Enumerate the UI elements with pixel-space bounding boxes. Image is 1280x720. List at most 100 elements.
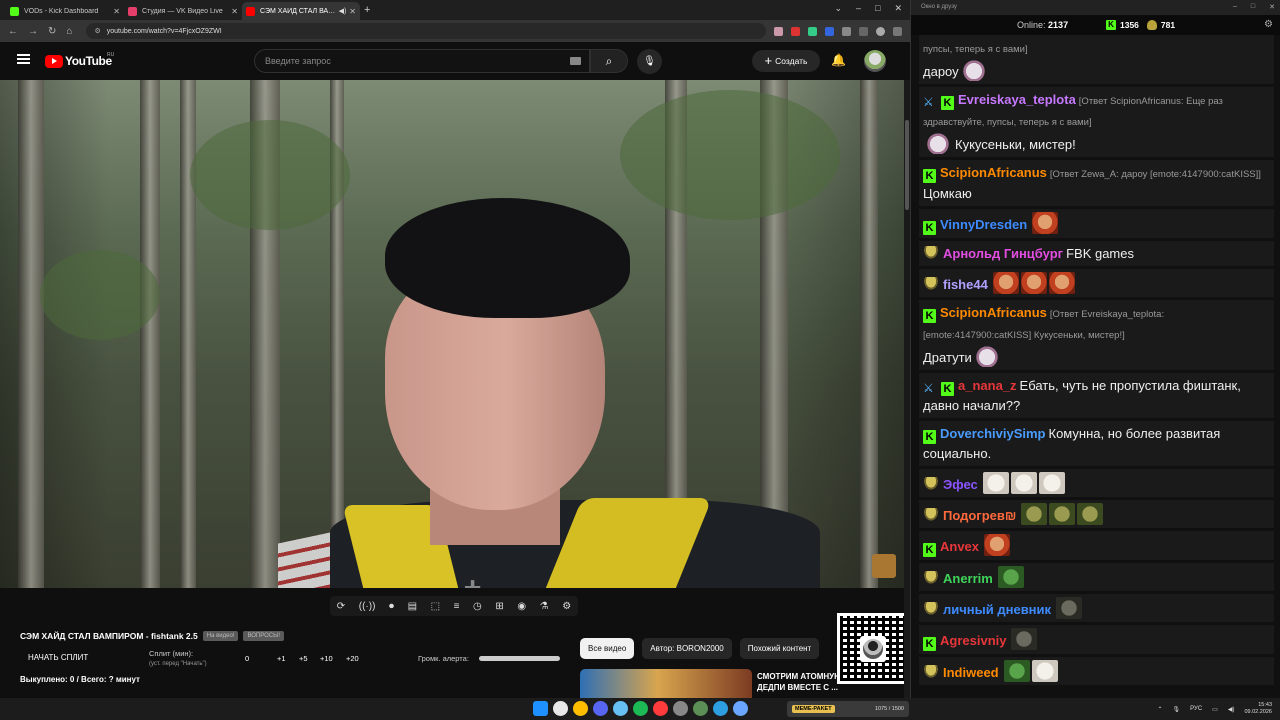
repeat-icon[interactable]: ⟳ — [337, 601, 345, 612]
chat-username[interactable]: Подогрев₪ — [943, 508, 1016, 523]
taskbar-app-icon[interactable] — [633, 701, 648, 716]
tray-chevron-icon[interactable]: ⌃ — [1158, 706, 1163, 713]
url-field[interactable]: ⚙ youtube.com/watch?v=4FjcxOZ9ZWI — [86, 23, 766, 39]
puzzle-icon[interactable] — [842, 26, 851, 36]
questions-chip[interactable]: ВОПРОСЫ! — [243, 631, 285, 641]
extension-icon[interactable] — [791, 26, 800, 36]
voice-search-button[interactable]: 🎙 — [637, 49, 662, 74]
chat-username[interactable]: fishe44 — [943, 277, 988, 292]
screenshot-icon[interactable]: ◉ — [517, 601, 526, 612]
maximize-icon[interactable]: □ — [875, 3, 880, 14]
chat-username[interactable]: Арнольд Гинцбург — [943, 246, 1063, 261]
taskbar-app-icon[interactable] — [673, 701, 688, 716]
chat-username[interactable]: Anerrim — [943, 571, 993, 586]
chat-title-text: Окно в друзу — [921, 4, 957, 10]
video-player[interactable]: ✝ — [0, 80, 904, 588]
chat-username[interactable]: Anvex — [940, 539, 979, 554]
chat-settings-icon[interactable]: ⚙ — [1264, 19, 1273, 30]
taskbar-app-icon[interactable] — [593, 701, 608, 716]
split-plus-10-button[interactable]: +10 — [320, 654, 333, 663]
taskbar-app-icon[interactable] — [693, 701, 708, 716]
speed-icon[interactable]: ◷ — [473, 601, 482, 612]
language-indicator[interactable]: РУС — [1190, 706, 1202, 712]
chat-username[interactable]: a_nana_z — [958, 378, 1017, 393]
video-thumbnail[interactable] — [580, 669, 752, 698]
extension-icon[interactable] — [808, 26, 817, 36]
taskbar-app-icon[interactable] — [613, 701, 628, 716]
tab-vk-studio[interactable]: Студия — VK Видео Live ✕ — [124, 2, 242, 20]
chat-username[interactable]: ScipionAfricanus — [940, 305, 1047, 320]
minimize-icon[interactable]: – — [856, 3, 861, 14]
taskbar-app-icon[interactable] — [713, 701, 728, 716]
browser-window: VODs - Kick Dashboard ✕ Студия — VK Виде… — [0, 0, 910, 698]
list-icon[interactable]: ≡ — [454, 601, 460, 612]
volume-icon[interactable]: ◀) — [1228, 706, 1235, 713]
taskbar-app-icon[interactable] — [653, 701, 668, 716]
split-plus-1-button[interactable]: +1 — [277, 654, 286, 663]
alert-volume-slider[interactable] — [479, 656, 560, 661]
split-plus-5-button[interactable]: +5 — [299, 654, 308, 663]
video-chip[interactable]: На видео! — [202, 631, 239, 641]
taskbar-app-icon[interactable] — [553, 701, 568, 716]
settings-gear-icon[interactable]: ⚙ — [562, 601, 571, 612]
search-button[interactable]: ⌕ — [590, 49, 628, 73]
chat-username[interactable]: Agresivniy — [940, 633, 1006, 648]
close-tab-icon[interactable]: ✕ — [231, 7, 238, 16]
create-button[interactable]: + Создать — [752, 50, 820, 72]
extension-icon[interactable] — [774, 26, 783, 36]
speaker-icon[interactable]: ◀) — [339, 7, 347, 15]
broadcast-icon[interactable]: ((·)) — [359, 601, 376, 612]
close-window-icon[interactable]: ✕ — [894, 3, 902, 14]
mic-tray-icon[interactable]: 🎙 — [1173, 706, 1181, 713]
flask-icon[interactable]: ⚗ — [540, 601, 549, 612]
start-split-button[interactable]: НАЧАТЬ СПЛИТ — [28, 653, 88, 662]
chat-username[interactable]: DoverchiviySimp — [940, 426, 1046, 441]
youtube-logo[interactable]: YouTube RU — [45, 52, 114, 68]
menu-icon[interactable] — [893, 26, 902, 36]
search-input[interactable]: Введите запрос — [254, 49, 590, 73]
tab-kick-dashboard[interactable]: VODs - Kick Dashboard ✕ — [6, 2, 124, 20]
taskbar-app-icon[interactable] — [733, 701, 748, 716]
extension-icon[interactable] — [825, 26, 834, 36]
keyboard-icon[interactable] — [570, 57, 581, 65]
download-icon[interactable] — [859, 26, 868, 36]
record-icon[interactable]: ⏺ — [389, 601, 394, 612]
network-icon[interactable]: ▭ — [1212, 706, 1218, 713]
notifications-bell-icon[interactable]: 🔔 — [831, 53, 846, 67]
chat-username[interactable]: Эфес — [943, 477, 978, 492]
close-tab-icon[interactable]: ✕ — [349, 7, 356, 16]
scrollbar-thumb[interactable] — [905, 120, 909, 210]
maximize-icon[interactable]: □ — [1251, 3, 1255, 11]
taskbar-app-icon[interactable] — [573, 701, 588, 716]
start-menu-icon[interactable] — [533, 701, 548, 716]
close-tab-icon[interactable]: ✕ — [113, 7, 120, 16]
search-placeholder: Введите запрос — [265, 56, 331, 66]
pip-icon[interactable]: ⬚ — [431, 601, 440, 612]
chat-username[interactable]: ScipionAfricanus — [940, 165, 1047, 180]
clock[interactable]: 15:43 09.02.2026 — [1244, 702, 1272, 716]
split-plus-20-button[interactable]: +20 — [346, 654, 359, 663]
filter-all-videos[interactable]: Все видео — [580, 638, 635, 659]
reload-icon[interactable]: ↻ — [48, 26, 56, 37]
avatar[interactable] — [864, 50, 886, 72]
filter-author[interactable]: Автор: BORON2000 — [642, 638, 732, 659]
chat-username[interactable]: Evreiskaya_teplota — [958, 92, 1076, 107]
back-icon[interactable]: ← — [8, 26, 18, 37]
kick-widget[interactable]: MEME-PAKET 1075 / 1500 — [787, 701, 909, 717]
tab-youtube-video[interactable]: СЭМ ХАЙД СТАЛ ВАМПИРОМ ◀) ✕ — [242, 2, 360, 20]
chat-username[interactable]: Indiweed — [943, 665, 999, 680]
hamburger-menu-icon[interactable] — [17, 54, 30, 64]
film-icon[interactable]: ▤ — [408, 601, 417, 612]
chat-username[interactable]: VinnyDresden — [940, 217, 1027, 232]
filter-similar[interactable]: Похожий контент — [739, 638, 820, 659]
minimize-icon[interactable]: – — [1233, 3, 1237, 11]
add-video-icon[interactable]: ⊞ — [495, 601, 503, 612]
home-icon[interactable]: ⌂ — [66, 26, 72, 37]
site-info-icon[interactable]: ⚙ — [94, 27, 100, 35]
profile-icon[interactable] — [876, 26, 885, 36]
new-tab-button[interactable]: + — [364, 4, 370, 16]
chat-username[interactable]: личный дневник — [943, 602, 1051, 617]
forward-icon[interactable]: → — [28, 26, 38, 37]
close-window-icon[interactable]: ✕ — [1269, 3, 1275, 11]
tab-search-icon[interactable]: ⌄ — [834, 3, 842, 14]
